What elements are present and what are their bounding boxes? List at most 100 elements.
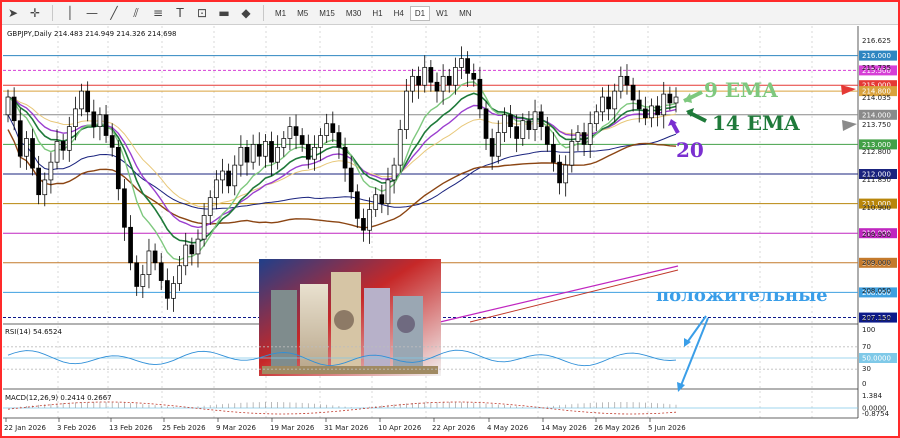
bear-candle (244, 147, 250, 163)
price-axis-label: 210.900 (862, 204, 891, 212)
bull-candle (324, 123, 330, 136)
bull-candle (195, 238, 201, 255)
price-axis-label: 208.050 (862, 287, 891, 295)
bear-candle (446, 75, 452, 86)
bear-candle (134, 262, 140, 287)
bear-candle (636, 99, 642, 110)
bull-candle (177, 265, 182, 284)
bear-candle (115, 147, 121, 190)
bull-candle (520, 120, 526, 139)
bear-candle (526, 120, 532, 130)
ema9-label: 9 EMA (704, 78, 778, 102)
bull-candle (563, 164, 569, 184)
bull-candle (569, 141, 575, 166)
bull-candle (5, 96, 11, 116)
bull-candle (250, 144, 256, 163)
bull-candle (66, 126, 72, 151)
bear-candle (299, 135, 305, 145)
bear-candle (91, 111, 97, 127)
ema14-label: 14 EMA (712, 111, 800, 135)
bull-candle (410, 75, 415, 92)
bear-candle (379, 194, 385, 204)
bull-candle (661, 93, 667, 116)
macd-scale-label: 1.384 (862, 392, 883, 400)
bull-candle (600, 96, 605, 113)
bear-candle (256, 144, 262, 157)
long-ma-line (469, 269, 679, 323)
bear-candle (581, 132, 587, 145)
bear-candle (508, 114, 513, 127)
bear-candle (489, 138, 495, 157)
bull-candle (422, 67, 428, 86)
macd-panel: 1.3840.0000-0.8754 (3, 392, 890, 418)
bear-candle (624, 75, 630, 86)
bull-candle (495, 132, 501, 157)
bull-candle (183, 244, 189, 267)
bear-candle (103, 114, 109, 136)
bull-candle (459, 58, 464, 68)
date-label: 10 Apr 2026 (378, 424, 422, 432)
bear-candle (293, 126, 299, 136)
bear-candle (342, 147, 348, 169)
bear-candle (643, 108, 648, 119)
bear-candle (152, 250, 158, 264)
date-label: 26 May 2026 (594, 424, 640, 432)
bull-candle (79, 90, 84, 110)
bull-candle (220, 170, 225, 181)
bear-candle (538, 111, 544, 127)
rsi-header: RSI(14) 54.6524 (5, 328, 62, 336)
bull-candle (312, 147, 317, 160)
rsi-panel: 100705030050.0000 (3, 326, 897, 388)
macd-scale-label: -0.8754 (862, 410, 890, 418)
bear-candle (158, 262, 164, 281)
bear-candle (630, 84, 636, 101)
date-label: 22 Jan 2026 (4, 424, 47, 432)
date-label: 31 Mar 2026 (324, 424, 369, 432)
long-ma-line (439, 265, 679, 323)
bear-candle (655, 105, 660, 116)
price-axis-label: 212.800 (862, 148, 891, 156)
bull-candle (502, 114, 507, 133)
bull-candle (97, 114, 103, 127)
bear-candle (477, 78, 483, 110)
bull-candle (171, 283, 176, 299)
bear-candle (164, 280, 170, 299)
rsi-scale-label: 30 (862, 365, 871, 373)
rsi-scale-label: 100 (862, 326, 875, 334)
price-axis: 216.000215.500215.000214.800214.000213.0… (859, 37, 897, 323)
bear-candle (551, 144, 556, 163)
banknotes-photo (259, 259, 441, 376)
price-chart[interactable]: 216.000215.500215.000214.800214.000213.0… (0, 0, 900, 438)
bear-candle (434, 81, 440, 92)
bear-candle (122, 188, 127, 228)
bull-candle (54, 141, 60, 163)
bull-candle (318, 135, 323, 148)
bull-candle (440, 75, 446, 92)
bear-candle (85, 90, 91, 113)
bull-candle (24, 138, 29, 157)
bull-candle (263, 141, 268, 157)
bull-candle (146, 250, 152, 275)
bull-candle (207, 197, 213, 216)
bull-candle (42, 179, 48, 196)
bear-candle (30, 138, 35, 169)
price-level-label: 214.000 (862, 111, 891, 119)
bear-candle (189, 244, 195, 255)
price-axis-label: 211.850 (862, 176, 891, 184)
bear-candle (11, 96, 17, 122)
date-axis: 22 Jan 2026 3 Feb 2026 13 Feb 2026 25 Feb 2… (4, 418, 686, 432)
positive-label: положительные (656, 285, 828, 306)
bull-candle (214, 179, 219, 199)
bull-candle (287, 126, 293, 139)
bear-candle (330, 123, 336, 133)
bear-candle (336, 132, 342, 148)
bear-candle (428, 67, 434, 83)
bear-candle (354, 191, 360, 219)
rsi-scale-label: 0 (862, 380, 866, 388)
bull-candle (373, 194, 379, 210)
bear-candle (471, 73, 477, 80)
macd-header: MACD(12,26,9) 0.2414 0.2667 (5, 394, 112, 402)
bear-candle (514, 126, 520, 139)
date-label: 19 Mar 2026 (270, 424, 315, 432)
bear-candle (17, 120, 23, 157)
